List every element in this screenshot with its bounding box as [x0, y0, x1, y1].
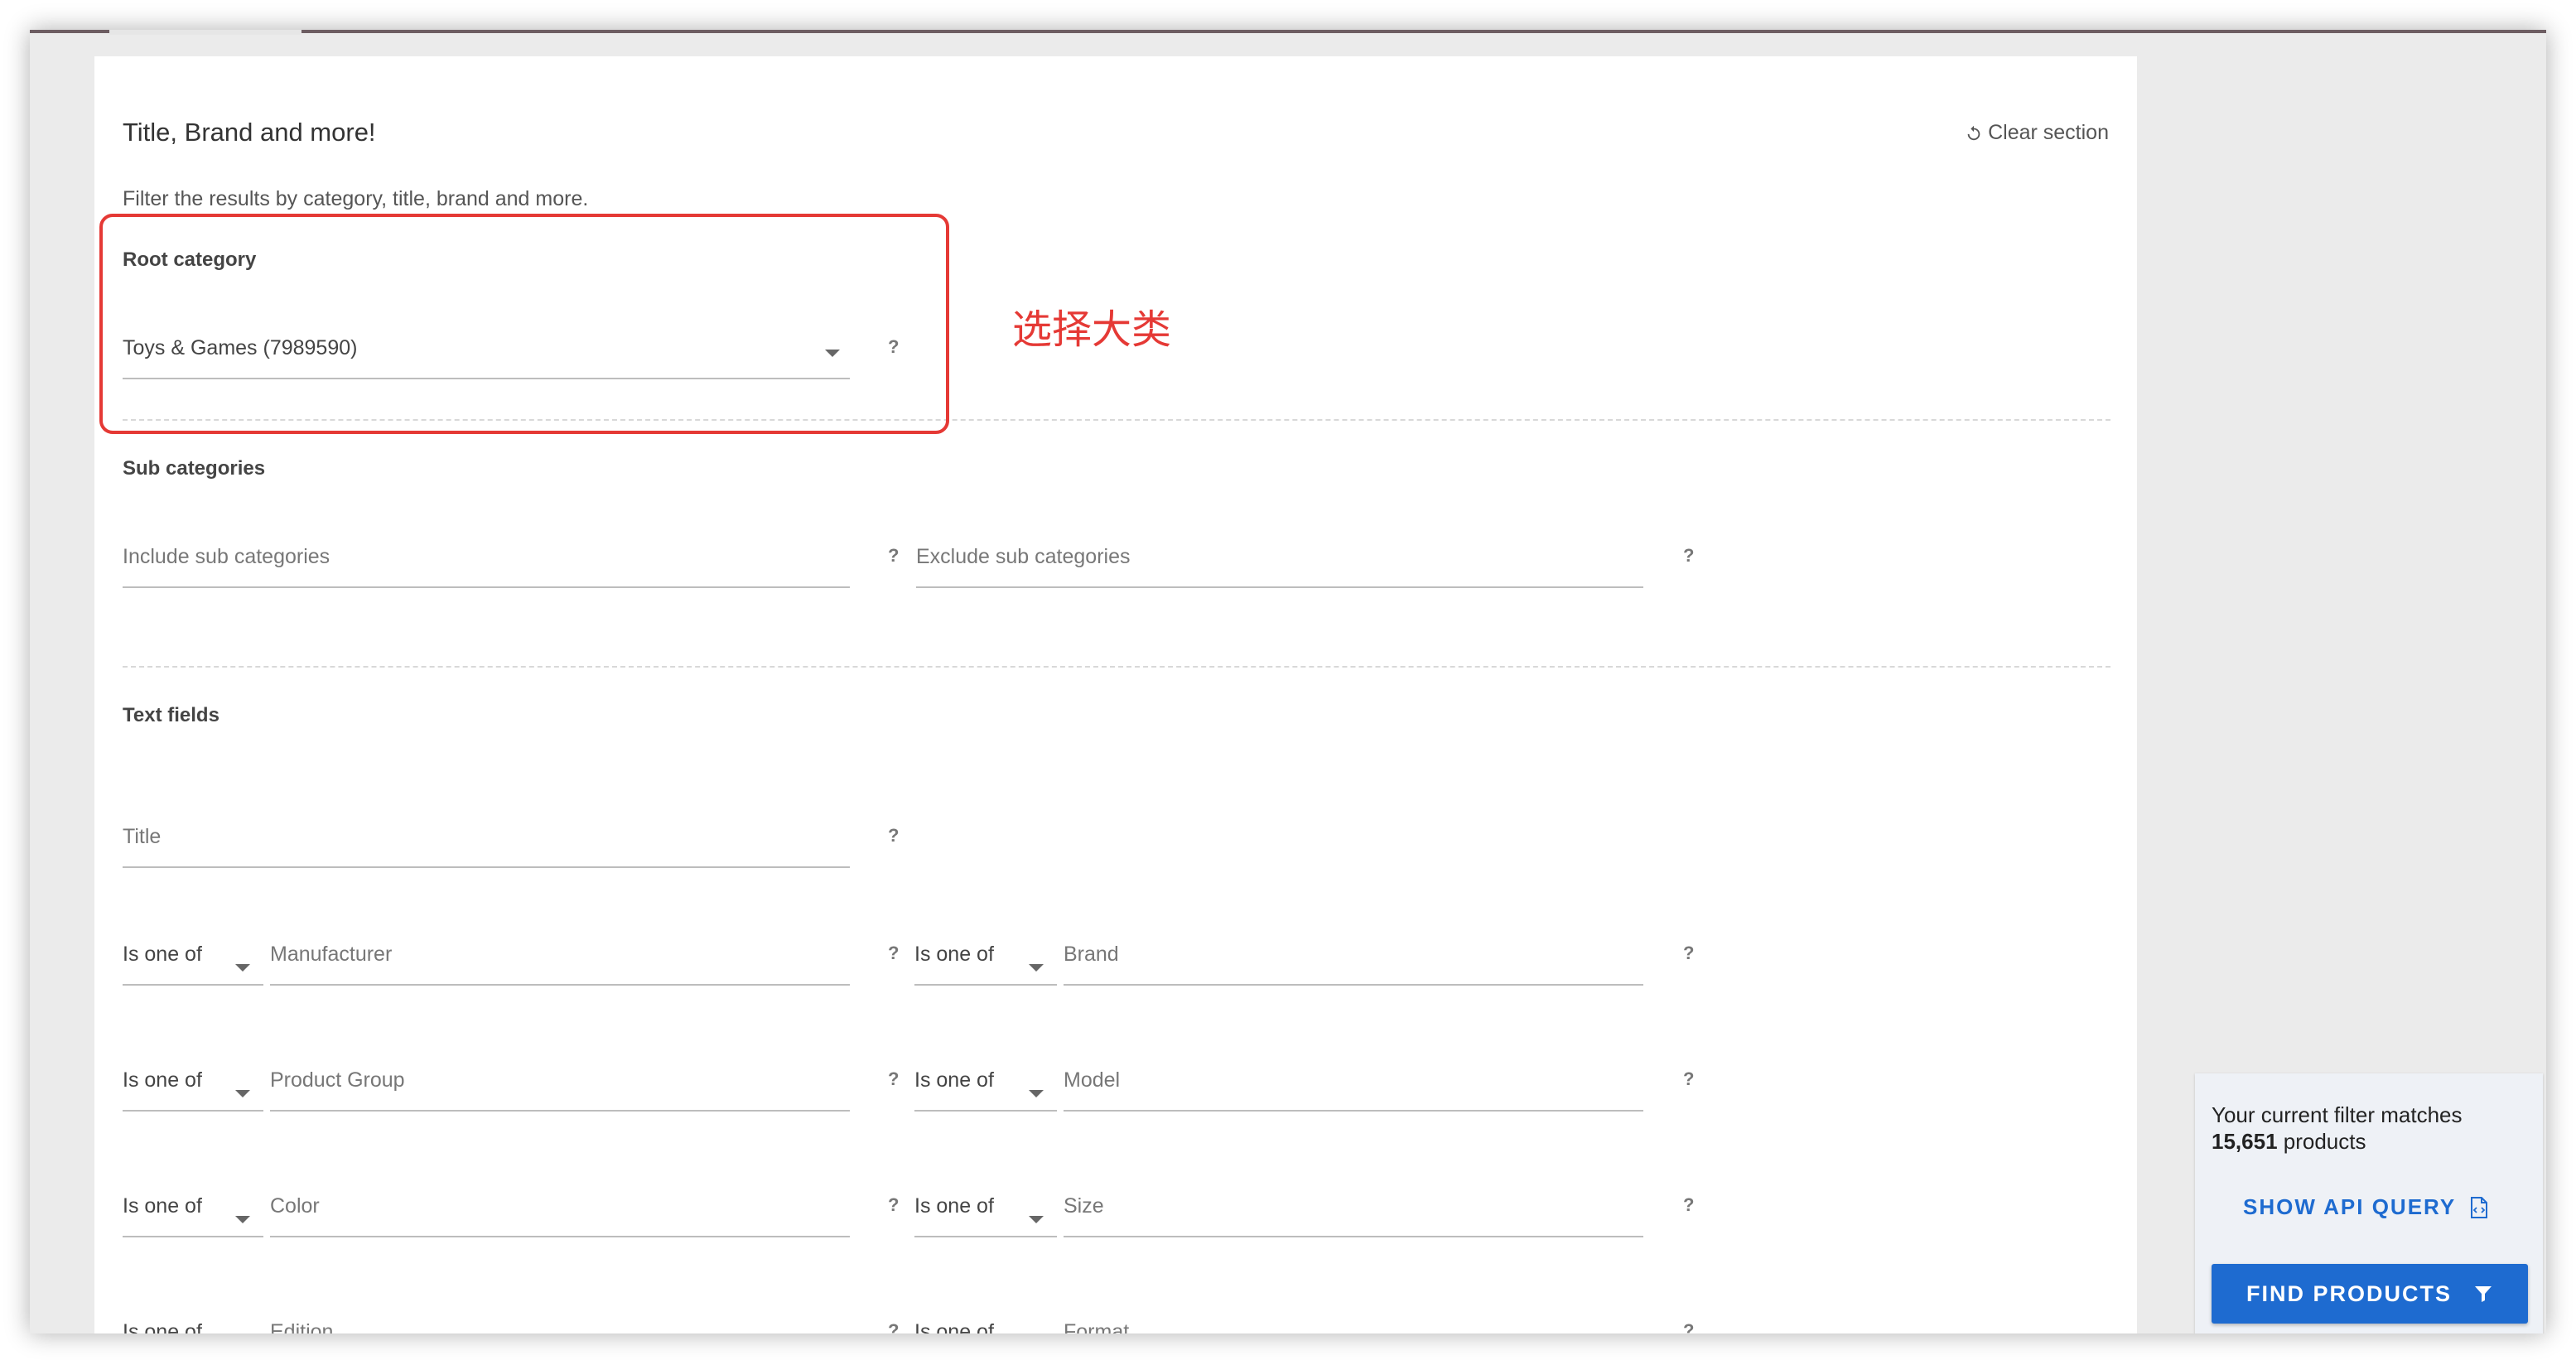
format-input[interactable]: Format [1064, 1314, 1643, 1333]
clear-section-button[interactable]: Clear section [1965, 121, 2109, 145]
format-help-icon[interactable]: ? [1683, 1320, 1694, 1333]
title-placeholder: Title [123, 825, 162, 848]
product-group-operator-select[interactable]: Is one of [123, 1062, 263, 1112]
product-group-input[interactable]: Product Group [270, 1062, 850, 1112]
section-subtitle: Filter the results by category, title, b… [123, 187, 589, 210]
size-placeholder: Size [1064, 1194, 1104, 1218]
color-operator-select[interactable]: Is one of [123, 1188, 263, 1237]
operator-value: Is one of [123, 1194, 202, 1218]
filter-icon [2475, 1286, 2492, 1302]
caret-down-icon [1029, 1216, 1044, 1223]
filter-match-summary: Your current filter matches 15,651 produ… [2212, 1102, 2463, 1155]
product-group-help-icon[interactable]: ? [888, 1068, 899, 1090]
match-suffix: products [2283, 1129, 2366, 1154]
clear-section-label: Clear section [1988, 121, 2109, 144]
model-operator-select[interactable]: Is one of [914, 1062, 1057, 1112]
title-help-icon[interactable]: ? [888, 825, 899, 846]
exclude-sub-categories-placeholder: Exclude sub categories [916, 545, 1131, 568]
operator-value: Is one of [914, 1194, 994, 1218]
code-file-icon [2471, 1196, 2488, 1218]
brand-placeholder: Brand [1064, 943, 1119, 966]
include-sub-categories-help-icon[interactable]: ? [888, 545, 899, 567]
model-input[interactable]: Model [1064, 1062, 1643, 1112]
format-placeholder: Format [1064, 1320, 1130, 1333]
section-divider [123, 666, 2110, 668]
title-input[interactable]: Title [123, 818, 850, 868]
include-sub-categories-input[interactable]: Include sub categories [123, 538, 850, 588]
edition-placeholder: Edition [270, 1320, 334, 1333]
window-top-bar [30, 30, 2546, 33]
caret-down-icon [1029, 1090, 1044, 1097]
caret-down-icon [235, 1090, 250, 1097]
find-products-button[interactable]: FIND PRODUCTS [2212, 1264, 2528, 1324]
model-placeholder: Model [1064, 1068, 1121, 1092]
manufacturer-operator-select[interactable]: Is one of [123, 936, 263, 986]
color-placeholder: Color [270, 1194, 320, 1218]
color-help-icon[interactable]: ? [888, 1194, 899, 1216]
match-prefix: Your current filter matches [2212, 1102, 2463, 1127]
refresh-icon [1967, 125, 1980, 140]
brand-help-icon[interactable]: ? [1683, 943, 1694, 964]
match-count: 15,651 [2212, 1129, 2278, 1154]
operator-value: Is one of [123, 1320, 202, 1333]
results-panel: Your current filter matches 15,651 produ… [2195, 1073, 2543, 1333]
sub-categories-label: Sub categories [123, 457, 266, 480]
caret-down-icon [1029, 964, 1044, 972]
operator-value: Is one of [914, 1068, 994, 1092]
format-operator-select[interactable]: Is one of [914, 1314, 1057, 1333]
brand-operator-select[interactable]: Is one of [914, 936, 1057, 986]
edition-operator-select[interactable]: Is one of [123, 1314, 263, 1333]
model-help-icon[interactable]: ? [1683, 1068, 1694, 1090]
text-fields-label: Text fields [123, 704, 219, 726]
brand-input[interactable]: Brand [1064, 936, 1643, 986]
manufacturer-placeholder: Manufacturer [270, 943, 393, 966]
size-operator-select[interactable]: Is one of [914, 1188, 1057, 1237]
find-products-label: FIND PRODUCTS [2246, 1280, 2452, 1306]
manufacturer-input[interactable]: Manufacturer [270, 936, 850, 986]
operator-value: Is one of [914, 1320, 994, 1333]
size-input[interactable]: Size [1064, 1188, 1643, 1237]
edition-input[interactable]: Edition [270, 1314, 850, 1333]
annotation-text: 选择大类 [1012, 306, 1172, 353]
edition-help-icon[interactable]: ? [888, 1320, 899, 1333]
product-group-placeholder: Product Group [270, 1068, 405, 1092]
exclude-sub-categories-input[interactable]: Exclude sub categories [916, 538, 1643, 588]
operator-value: Is one of [123, 1068, 202, 1092]
browser-window: Title, Brand and more! Clear section Fil… [30, 30, 2546, 1333]
exclude-sub-categories-help-icon[interactable]: ? [1683, 545, 1694, 567]
active-tab-indicator [109, 30, 301, 35]
show-api-query-label: SHOW API QUERY [2243, 1194, 2457, 1219]
color-input[interactable]: Color [270, 1188, 850, 1237]
operator-value: Is one of [914, 943, 994, 966]
annotation-highlight-box [99, 214, 949, 434]
include-sub-categories-placeholder: Include sub categories [123, 545, 330, 568]
section-title: Title, Brand and more! [123, 118, 376, 147]
show-api-query-button[interactable]: SHOW API QUERY [2243, 1194, 2489, 1220]
operator-value: Is one of [123, 943, 202, 966]
size-help-icon[interactable]: ? [1683, 1194, 1694, 1216]
manufacturer-help-icon[interactable]: ? [888, 943, 899, 964]
caret-down-icon [235, 1216, 250, 1223]
caret-down-icon [235, 964, 250, 972]
